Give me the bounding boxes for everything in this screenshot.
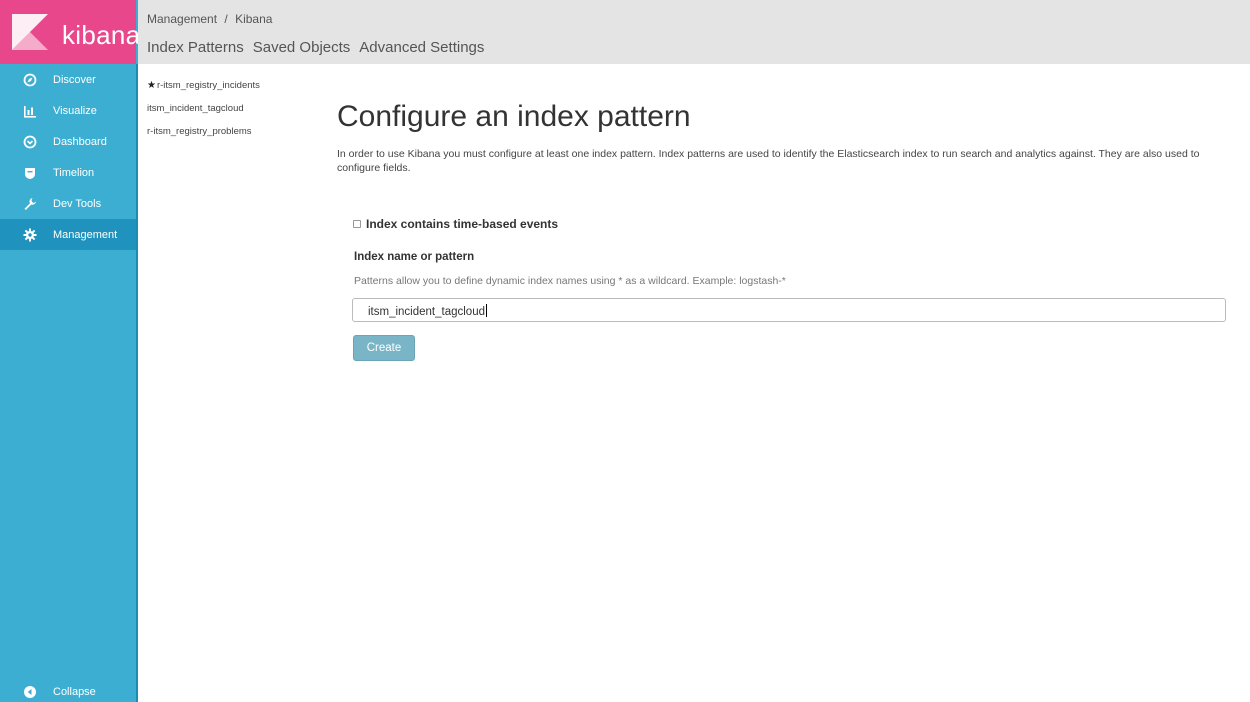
index-pattern-list: ★r-itsm_registry_incidents itsm_incident…: [147, 80, 260, 149]
breadcrumb: Management / Kibana: [147, 12, 276, 26]
index-pattern-label: itsm_incident_tagcloud: [147, 103, 244, 114]
tab-advanced-settings[interactable]: Advanced Settings: [359, 39, 484, 56]
collapse-label: Collapse: [53, 685, 96, 698]
sidebar-divider: [136, 64, 138, 702]
sidebar-item-label: Management: [53, 228, 118, 241]
kibana-app: kibana Discover Visualize Dashboard Time: [0, 0, 1250, 702]
sidebar-item-label: Dev Tools: [53, 197, 102, 210]
page-description: In order to use Kibana you must configur…: [337, 148, 1200, 174]
sidebar-item-visualize[interactable]: Visualize: [0, 95, 136, 126]
sidebar-item-discover[interactable]: Discover: [0, 64, 136, 95]
star-icon: ★: [147, 80, 156, 91]
index-pattern-item[interactable]: r-itsm_registry_problems: [147, 126, 260, 149]
index-pattern-item[interactable]: itsm_incident_tagcloud: [147, 103, 260, 126]
sidebar-item-timelion[interactable]: Timelion: [0, 157, 136, 188]
collapse-icon: [23, 685, 37, 699]
sidebar-item-label: Discover: [53, 73, 96, 86]
collapse-button[interactable]: Collapse: [0, 676, 136, 702]
bar-chart-icon: [23, 104, 37, 118]
sidebar-item-management[interactable]: Management: [0, 219, 136, 250]
sidebar-item-label: Dashboard: [53, 135, 107, 148]
logo-text: kibana: [62, 20, 141, 50]
breadcrumb-separator: /: [224, 12, 228, 26]
kibana-logo[interactable]: kibana: [0, 0, 140, 64]
breadcrumb-management[interactable]: Management: [147, 12, 217, 26]
text-cursor: [486, 304, 487, 317]
sidebar-item-label: Visualize: [53, 104, 97, 117]
tab-saved-objects[interactable]: Saved Objects: [253, 39, 351, 56]
kibana-logo-icon: [12, 14, 48, 50]
index-name-help: Patterns allow you to define dynamic ind…: [354, 275, 786, 287]
index-name-label: Index name or pattern: [354, 251, 475, 263]
shield-icon: [23, 166, 37, 180]
page-title: Configure an index pattern: [337, 100, 691, 133]
management-tabs: Index Patterns Saved Objects Advanced Se…: [147, 39, 493, 56]
compass-icon: [23, 73, 37, 87]
index-pattern-item[interactable]: ★r-itsm_registry_incidents: [147, 80, 260, 103]
wrench-icon: [23, 197, 37, 211]
index-pattern-label: r-itsm_registry_incidents: [156, 80, 260, 91]
index-name-input[interactable]: itsm_incident_tagcloud: [352, 298, 1226, 322]
dashboard-icon: [23, 135, 37, 149]
index-name-value: itsm_incident_tagcloud: [368, 306, 485, 318]
sidebar-item-label: Timelion: [53, 166, 95, 179]
top-bar: Management / Kibana Index Patterns Saved…: [138, 0, 1250, 64]
create-button[interactable]: Create: [353, 335, 415, 361]
gear-icon: [23, 228, 37, 242]
sidebar: kibana Discover Visualize Dashboard Time: [0, 0, 140, 702]
time-based-checkbox[interactable]: [353, 220, 361, 228]
time-based-checkbox-label: Index contains time-based events: [366, 217, 559, 231]
time-based-checkbox-row[interactable]: Index contains time-based events: [353, 217, 558, 231]
tab-index-patterns[interactable]: Index Patterns: [147, 39, 244, 56]
breadcrumb-kibana[interactable]: Kibana: [235, 12, 272, 26]
sidebar-item-dev-tools[interactable]: Dev Tools: [0, 188, 136, 219]
sidebar-item-dashboard[interactable]: Dashboard: [0, 126, 136, 157]
index-pattern-label: r-itsm_registry_problems: [147, 126, 252, 137]
